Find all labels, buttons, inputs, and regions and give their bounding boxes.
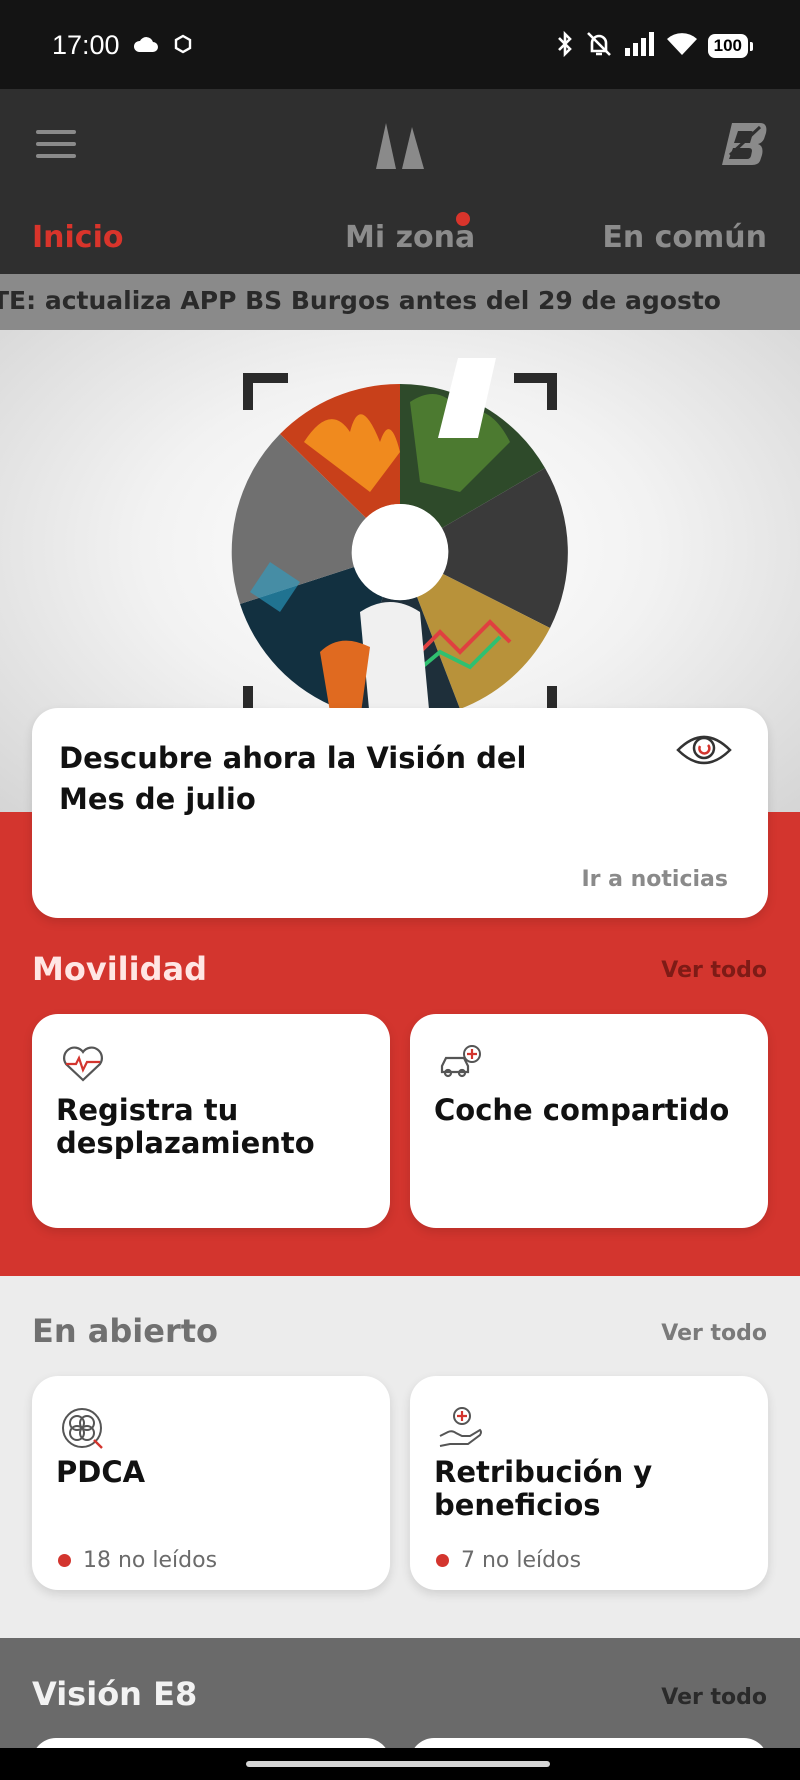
en-abierto-ver-todo-link[interactable]: Ver todo bbox=[661, 1321, 767, 1346]
movilidad-ver-todo-link[interactable]: Ver todo bbox=[661, 958, 767, 983]
vision-card-title: Descubre ahora la Visión del Mes de juli… bbox=[59, 741, 527, 816]
ir-a-noticias-link[interactable]: Ir a noticias bbox=[581, 867, 728, 892]
car-plus-icon bbox=[438, 1044, 484, 1088]
sync-icon bbox=[173, 34, 193, 58]
retribucion-beneficios-label: Retribución y beneficios bbox=[434, 1455, 653, 1522]
tab-inicio[interactable]: Inicio bbox=[32, 220, 123, 255]
movilidad-title: Movilidad bbox=[32, 950, 207, 988]
vision-card[interactable]: Descubre ahora la Visión del Mes de juli… bbox=[32, 708, 768, 918]
unread-dot bbox=[58, 1554, 71, 1567]
bridgestone-b-logo bbox=[720, 121, 768, 171]
retribucion-unread-count: 7 no leídos bbox=[436, 1548, 581, 1573]
heart-pulse-icon bbox=[60, 1044, 106, 1088]
bridgestone-mark-icon bbox=[374, 121, 426, 175]
ticker-text: TE: actualiza APP BS Burgos antes del 29… bbox=[0, 286, 721, 315]
wifi-icon bbox=[666, 31, 698, 61]
vision-e8-ver-todo-link[interactable]: Ver todo bbox=[661, 1685, 767, 1710]
status-bar: 17:00 100 bbox=[0, 0, 800, 89]
pdca-unread-count: 18 no leídos bbox=[58, 1548, 217, 1573]
retribucion-beneficios-tile[interactable]: Retribución y beneficios 7 no leídos bbox=[410, 1376, 768, 1590]
registra-desplazamiento-label: Registra tu desplazamiento bbox=[56, 1093, 315, 1160]
unread-dot bbox=[436, 1554, 449, 1567]
registra-desplazamiento-tile[interactable]: Registra tu desplazamiento bbox=[32, 1014, 390, 1228]
eye-icon bbox=[676, 732, 732, 772]
signal-icon bbox=[624, 31, 656, 61]
coche-compartido-tile[interactable]: Coche compartido bbox=[410, 1014, 768, 1228]
battery-indicator: 100 bbox=[707, 34, 754, 58]
system-nav-bar bbox=[0, 1748, 800, 1780]
notification-dot bbox=[456, 212, 470, 226]
pdca-tile[interactable]: PDCA 18 no leídos bbox=[32, 1376, 390, 1590]
cloud-icon bbox=[133, 35, 159, 57]
coche-compartido-label: Coche compartido bbox=[434, 1093, 730, 1127]
home-indicator[interactable] bbox=[246, 1761, 550, 1767]
status-time: 17:00 bbox=[52, 30, 120, 60]
news-ticker[interactable]: TE: actualiza APP BS Burgos antes del 29… bbox=[0, 274, 800, 330]
retribucion-unread-text: 7 no leídos bbox=[461, 1548, 582, 1573]
top-tabs: Inicio Mi zona En común bbox=[0, 214, 800, 274]
hand-plus-icon bbox=[438, 1406, 484, 1452]
tab-en-comun[interactable]: En común bbox=[602, 220, 767, 255]
bluetooth-icon bbox=[556, 30, 574, 62]
pdca-cycle-icon bbox=[60, 1406, 106, 1454]
pdca-unread-text: 18 no leídos bbox=[83, 1548, 218, 1573]
tab-mi-zona[interactable]: Mi zona bbox=[345, 220, 475, 255]
menu-icon[interactable] bbox=[36, 130, 76, 160]
en-abierto-title: En abierto bbox=[32, 1312, 219, 1350]
pdca-label: PDCA bbox=[56, 1455, 146, 1489]
vision-e8-title: Visión E8 bbox=[32, 1675, 198, 1713]
bell-off-icon bbox=[584, 30, 614, 62]
